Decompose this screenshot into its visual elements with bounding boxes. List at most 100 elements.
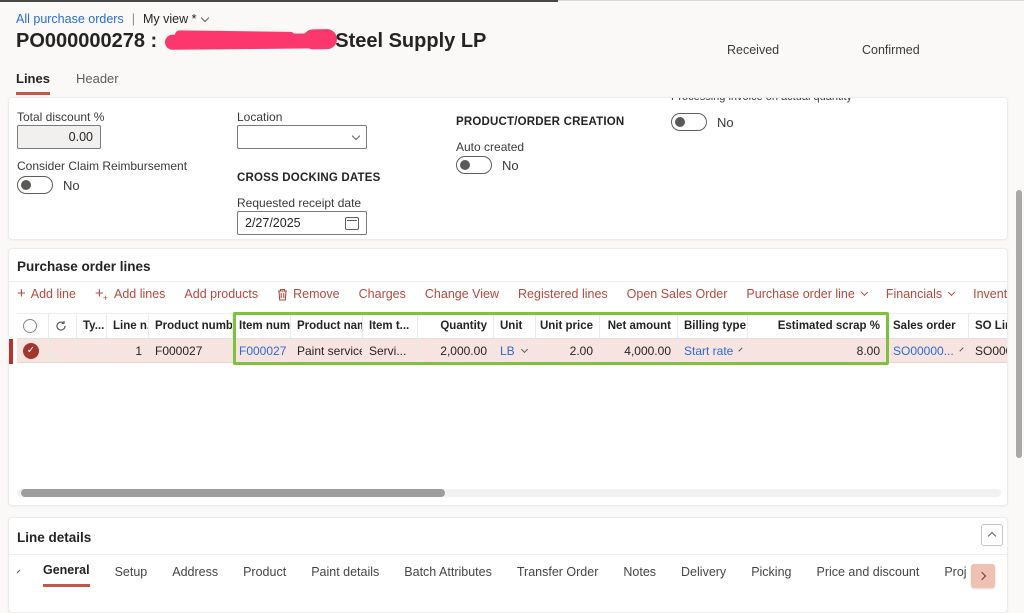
select-all-circle-icon	[23, 319, 37, 333]
tab-address[interactable]: Address	[172, 565, 218, 586]
column-header-quantity[interactable]: Quantity	[418, 313, 494, 339]
tab-product[interactable]: Product	[243, 565, 286, 586]
breadcrumb-all-purchase-orders-link[interactable]: All purchase orders	[16, 12, 124, 26]
chevron-down-icon	[948, 289, 955, 296]
select-all-header[interactable]	[17, 313, 49, 339]
column-header-billing-type[interactable]: Billing type	[678, 313, 748, 339]
row-sales-order-cell[interactable]: SO00000...	[887, 339, 969, 363]
consider-claim-value: No	[63, 178, 80, 193]
financials-menu[interactable]: Financials	[886, 287, 954, 301]
tab-lines[interactable]: Lines	[16, 71, 50, 95]
add-products-button[interactable]: Add products	[184, 287, 258, 301]
column-header-type[interactable]: Ty...	[77, 313, 107, 339]
requested-receipt-date-input[interactable]: 2/27/2025	[237, 211, 367, 235]
change-view-button[interactable]: Change View	[425, 287, 499, 301]
chevron-down-icon[interactable]	[959, 347, 963, 351]
remove-button[interactable]: Remove	[277, 287, 340, 301]
tab-header[interactable]: Header	[76, 71, 119, 95]
registered-lines-label: Registered lines	[518, 287, 608, 301]
lines-grid: Ty... Line n... Product number Item num.…	[17, 313, 1007, 363]
charges-button[interactable]: Charges	[359, 287, 406, 301]
tab-scroll-left-icon[interactable]	[17, 569, 20, 575]
toggle-off-icon[interactable]	[456, 156, 492, 174]
row-unit-cell[interactable]: LB	[494, 339, 536, 363]
toggle-off-icon[interactable]	[671, 113, 707, 131]
change-view-label: Change View	[425, 287, 499, 301]
line-details-panel: Line details General Setup Address Produ…	[8, 517, 1008, 613]
breadcrumb-separator: |	[132, 12, 135, 26]
purchase-order-line-menu[interactable]: Purchase order line	[746, 287, 866, 301]
row-type-cell	[77, 339, 107, 363]
tab-transfer-order[interactable]: Transfer Order	[517, 565, 599, 586]
column-header-line-number[interactable]: Line n...	[107, 313, 149, 339]
row-line-number-cell: 1	[107, 339, 149, 363]
horizontal-scrollbar[interactable]	[17, 489, 1001, 497]
location-label: Location	[237, 110, 282, 124]
tab-paint-details[interactable]: Paint details	[311, 565, 379, 586]
chevron-down-icon[interactable]	[739, 347, 743, 351]
row-quantity-cell[interactable]: 2,000.00	[418, 339, 494, 363]
item-number-link[interactable]: F000027	[239, 344, 286, 358]
redaction-scribble	[165, 33, 333, 50]
column-header-estimated-scrap[interactable]: Estimated scrap %	[748, 313, 887, 339]
column-header-item-number[interactable]: Item num...	[233, 313, 291, 339]
row-product-number-cell: F000027	[149, 339, 233, 363]
tab-notes[interactable]: Notes	[623, 565, 656, 586]
vendor-name: Steel Supply LP	[335, 30, 486, 53]
financials-label: Financials	[886, 287, 942, 301]
chevron-down-icon[interactable]	[521, 345, 528, 352]
collapse-section-button[interactable]	[981, 524, 1003, 546]
column-header-net-amount[interactable]: Net amount	[600, 313, 678, 339]
registered-lines-button[interactable]: Registered lines	[518, 287, 608, 301]
header-fields-panel: Total discount % 0.00 Consider Claim Rei…	[8, 97, 1008, 240]
inventory-menu[interactable]: Inventory	[973, 287, 1008, 301]
selected-check-icon: ✓	[23, 343, 39, 359]
auto-created-toggle: No	[456, 156, 519, 174]
purchase-order-lines-panel: Purchase order lines Add line Add lines …	[8, 248, 1008, 506]
column-header-item-type[interactable]: Item t...	[363, 313, 418, 339]
tab-general[interactable]: General	[43, 563, 90, 587]
tab-batch-attributes[interactable]: Batch Attributes	[404, 565, 492, 586]
row-selection-bar	[9, 339, 13, 364]
grid-header-row: Ty... Line n... Product number Item num.…	[17, 313, 1007, 339]
location-combobox[interactable]	[237, 125, 367, 149]
product-order-creation-section-header: PRODUCT/ORDER CREATION	[456, 116, 624, 128]
chevron-down-icon	[352, 131, 360, 139]
total-discount-input[interactable]: 0.00	[17, 125, 101, 149]
requested-receipt-date-label: Requested receipt date	[237, 196, 361, 210]
column-header-unit-price[interactable]: Unit price	[536, 313, 600, 339]
vertical-scrollbar-thumb[interactable]	[1016, 190, 1022, 458]
remove-label: Remove	[293, 287, 340, 301]
auto-created-label: Auto created	[456, 140, 524, 154]
add-line-button[interactable]: Add line	[17, 287, 76, 301]
tab-picking[interactable]: Picking	[751, 565, 791, 586]
status-received: Received	[727, 43, 779, 57]
column-header-unit[interactable]: Unit	[494, 313, 536, 339]
column-header-so-line[interactable]: SO Lin ⋮	[969, 313, 1008, 339]
refresh-header[interactable]	[49, 313, 77, 339]
clipped-field-toggle: No	[671, 113, 734, 131]
sales-order-link[interactable]: SO00000...	[893, 344, 954, 358]
row-unit-price-cell[interactable]: 2.00	[536, 339, 600, 363]
add-lines-button[interactable]: Add lines	[95, 287, 165, 301]
row-estimated-scrap-cell[interactable]: 8.00	[748, 339, 887, 363]
view-selector[interactable]: My view *	[143, 12, 208, 26]
tab-scroll-right-button[interactable]	[971, 564, 995, 588]
open-sales-order-button[interactable]: Open Sales Order	[627, 287, 728, 301]
tab-delivery[interactable]: Delivery	[681, 565, 726, 586]
billing-type-link[interactable]: Start rate	[684, 344, 733, 358]
column-header-sales-order[interactable]: Sales order	[887, 313, 969, 339]
po-number: PO000000278 :	[16, 30, 157, 53]
row-billing-type-cell[interactable]: Start rate	[678, 339, 748, 363]
tab-price-and-discount[interactable]: Price and discount	[816, 565, 919, 586]
unit-link[interactable]: LB	[500, 344, 515, 358]
horizontal-scrollbar-thumb[interactable]	[21, 489, 445, 497]
tab-project[interactable]: Project	[944, 565, 967, 586]
column-header-product-name[interactable]: Product name	[291, 313, 363, 339]
row-select-cell[interactable]: ✓	[17, 339, 49, 363]
calendar-icon[interactable]	[345, 217, 359, 230]
toggle-off-icon[interactable]	[17, 176, 53, 194]
column-header-product-number[interactable]: Product number	[149, 313, 233, 339]
grid-row-1[interactable]: ✓ 1 F000027 F000027 Paint service Servi.…	[17, 339, 1007, 363]
tab-setup[interactable]: Setup	[115, 565, 148, 586]
